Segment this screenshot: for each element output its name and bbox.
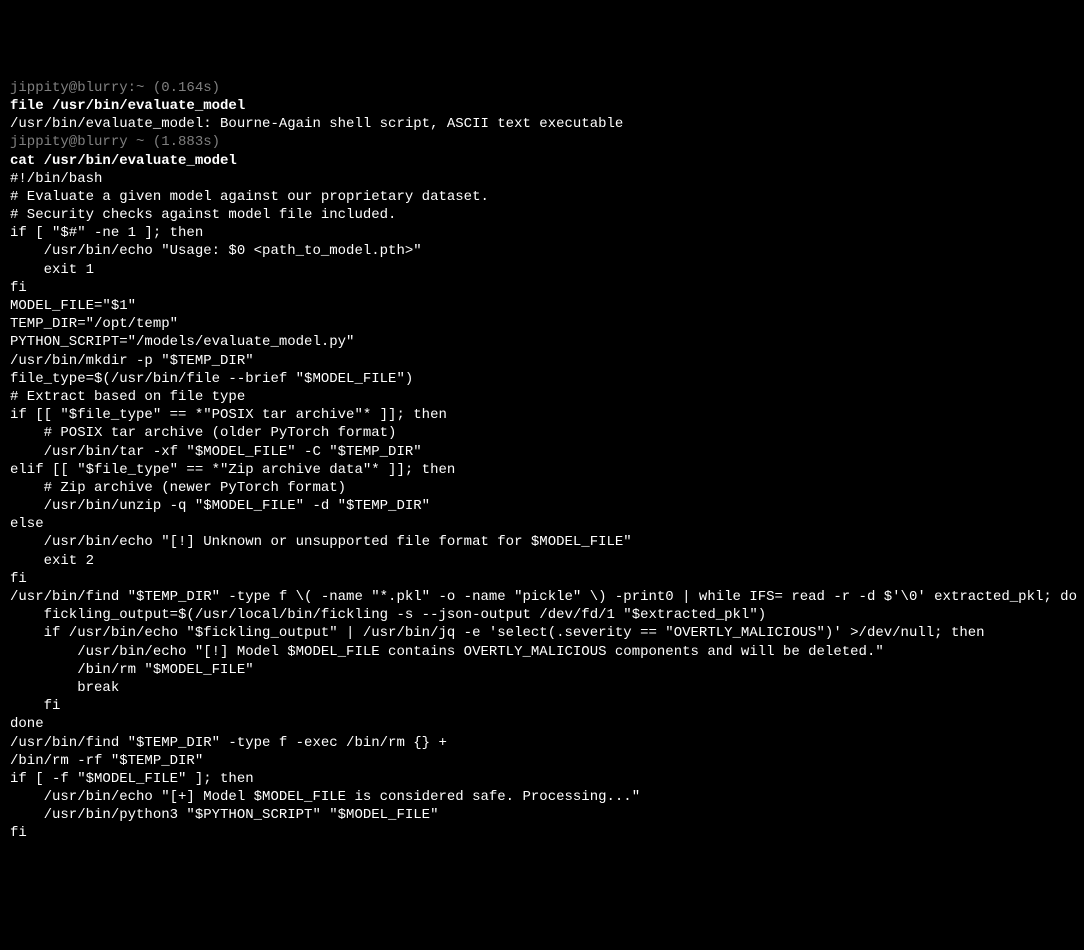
output-line: #!/bin/bash xyxy=(10,170,1074,188)
output-line: break xyxy=(10,679,1074,697)
output-line: # Zip archive (newer PyTorch format) xyxy=(10,479,1074,497)
output-line: /usr/bin/echo "Usage: $0 <path_to_model.… xyxy=(10,242,1074,260)
shell-prompt: jippity@blurry ~ (1.883s) xyxy=(10,133,1074,151)
terminal-block: jippity@blurry ~ (1.883s)cat /usr/bin/ev… xyxy=(10,133,1074,842)
shell-prompt: jippity@blurry:~ (0.164s) xyxy=(10,79,1074,97)
output-line: fi xyxy=(10,570,1074,588)
output-line: /usr/bin/echo "[!] Unknown or unsupporte… xyxy=(10,533,1074,551)
output-line: MODEL_FILE="$1" xyxy=(10,297,1074,315)
output-line: /usr/bin/mkdir -p "$TEMP_DIR" xyxy=(10,352,1074,370)
output-line: # POSIX tar archive (older PyTorch forma… xyxy=(10,424,1074,442)
output-line: exit 1 xyxy=(10,261,1074,279)
shell-command[interactable]: cat /usr/bin/evaluate_model xyxy=(10,152,1074,170)
output-line: /usr/bin/find "$TEMP_DIR" -type f \( -na… xyxy=(10,588,1074,606)
output-line: if [[ "$file_type" == *"POSIX tar archiv… xyxy=(10,406,1074,424)
output-line: /usr/bin/evaluate_model: Bourne-Again sh… xyxy=(10,115,1074,133)
terminal-block: jippity@blurry:~ (0.164s)file /usr/bin/e… xyxy=(10,79,1074,134)
output-line: /usr/bin/tar -xf "$MODEL_FILE" -C "$TEMP… xyxy=(10,443,1074,461)
output-line: if [ -f "$MODEL_FILE" ]; then xyxy=(10,770,1074,788)
output-line: /usr/bin/python3 "$PYTHON_SCRIPT" "$MODE… xyxy=(10,806,1074,824)
output-line: exit 2 xyxy=(10,552,1074,570)
terminal-output: jippity@blurry:~ (0.164s)file /usr/bin/e… xyxy=(10,79,1074,843)
output-line: /usr/bin/echo "[+] Model $MODEL_FILE is … xyxy=(10,788,1074,806)
output-line: fi xyxy=(10,279,1074,297)
output-line: /usr/bin/echo "[!] Model $MODEL_FILE con… xyxy=(10,643,1074,661)
output-line: /bin/rm "$MODEL_FILE" xyxy=(10,661,1074,679)
output-line: /usr/bin/find "$TEMP_DIR" -type f -exec … xyxy=(10,734,1074,752)
output-line: if /usr/bin/echo "$fickling_output" | /u… xyxy=(10,624,1074,642)
output-line: else xyxy=(10,515,1074,533)
output-line: if [ "$#" -ne 1 ]; then xyxy=(10,224,1074,242)
output-line: fi xyxy=(10,824,1074,842)
output-line: elif [[ "$file_type" == *"Zip archive da… xyxy=(10,461,1074,479)
output-line: # Evaluate a given model against our pro… xyxy=(10,188,1074,206)
output-line: done xyxy=(10,715,1074,733)
output-line: /usr/bin/unzip -q "$MODEL_FILE" -d "$TEM… xyxy=(10,497,1074,515)
output-line: fickling_output=$(/usr/local/bin/ficklin… xyxy=(10,606,1074,624)
output-line: file_type=$(/usr/bin/file --brief "$MODE… xyxy=(10,370,1074,388)
output-line: PYTHON_SCRIPT="/models/evaluate_model.py… xyxy=(10,333,1074,351)
output-line: /bin/rm -rf "$TEMP_DIR" xyxy=(10,752,1074,770)
output-line: fi xyxy=(10,697,1074,715)
shell-command[interactable]: file /usr/bin/evaluate_model xyxy=(10,97,1074,115)
output-line: TEMP_DIR="/opt/temp" xyxy=(10,315,1074,333)
output-line: # Extract based on file type xyxy=(10,388,1074,406)
output-line: # Security checks against model file inc… xyxy=(10,206,1074,224)
